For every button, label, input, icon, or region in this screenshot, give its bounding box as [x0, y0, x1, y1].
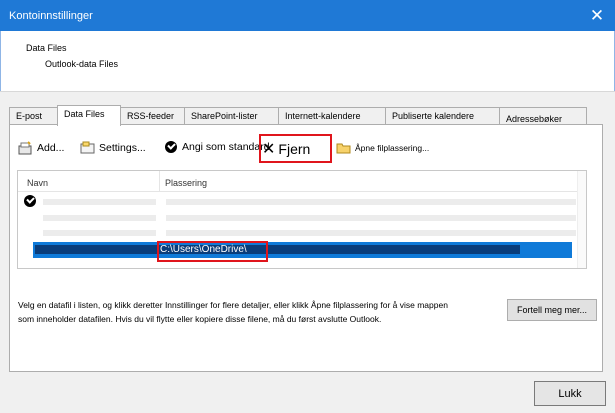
header-subheading: Outlook-data Files [45, 59, 119, 69]
selected-row-fill [35, 245, 520, 254]
set-default-label: Angi som standard [182, 141, 270, 153]
settings-icon [80, 141, 95, 155]
tab-rss-feeder[interactable]: RSS-feeder [120, 107, 185, 124]
title-bar: Kontoinnstillinger ✕ [0, 0, 615, 31]
add-label: Add... [37, 142, 65, 154]
remove-label: Fjern [278, 140, 311, 157]
list-item-name[interactable] [43, 230, 156, 236]
open-location-label: Åpne filplassering... [355, 143, 430, 153]
tab-adressebøker[interactable]: Adressebøker [499, 107, 587, 124]
tell-me-more-button[interactable]: Fortell meg mer... [507, 299, 597, 321]
list-scrollbar[interactable] [577, 171, 586, 268]
check-icon [165, 141, 177, 153]
close-icon[interactable]: ✕ [579, 0, 615, 31]
tab-e-post[interactable]: E-post [9, 107, 58, 124]
window-title: Kontoinnstillinger [9, 10, 93, 22]
description-text: Velg en datafil i listen, og klikk deret… [18, 300, 448, 324]
remove-icon: ✕ [262, 140, 276, 158]
list-header: Navn Plassering [18, 171, 580, 192]
list-item-location[interactable] [166, 199, 576, 205]
settings-button[interactable]: Settings... [80, 141, 146, 155]
header-divider [0, 91, 615, 92]
list-item-location[interactable] [166, 230, 576, 236]
settings-label: Settings... [99, 142, 146, 154]
tab-internett-kalendere[interactable]: Internett-kalendere [278, 107, 386, 124]
tab-data-files[interactable]: Data Files [57, 105, 121, 126]
data-file-list[interactable]: Navn Plassering C:\Users\OneDrive\ [17, 170, 587, 269]
add-icon [18, 141, 32, 155]
open-location-button[interactable]: Åpne filplassering... [336, 141, 429, 155]
set-default-button[interactable]: Angi som standard [165, 141, 270, 153]
add-button[interactable]: Add... [18, 141, 64, 155]
column-name[interactable]: Navn [27, 178, 48, 188]
column-divider [159, 171, 160, 191]
folder-icon [336, 141, 351, 155]
path-highlight-box [157, 241, 268, 262]
remove-button[interactable]: ✕ Fjern [262, 136, 330, 161]
column-location[interactable]: Plassering [165, 178, 207, 188]
tab-publiserte-kalendere[interactable]: Publiserte kalendere [385, 107, 500, 124]
list-item-name[interactable] [43, 199, 156, 205]
default-check-icon [24, 195, 36, 207]
dialog-header: Data Files Outlook-data Files [0, 31, 615, 91]
tab-sharepoint-lister[interactable]: SharePoint-lister [184, 107, 279, 124]
list-item-name[interactable] [43, 215, 156, 221]
list-item-location[interactable] [166, 215, 576, 221]
close-button[interactable]: Lukk [534, 381, 606, 406]
header-heading: Data Files [26, 43, 67, 53]
selected-list-item[interactable]: C:\Users\OneDrive\ [33, 242, 572, 258]
